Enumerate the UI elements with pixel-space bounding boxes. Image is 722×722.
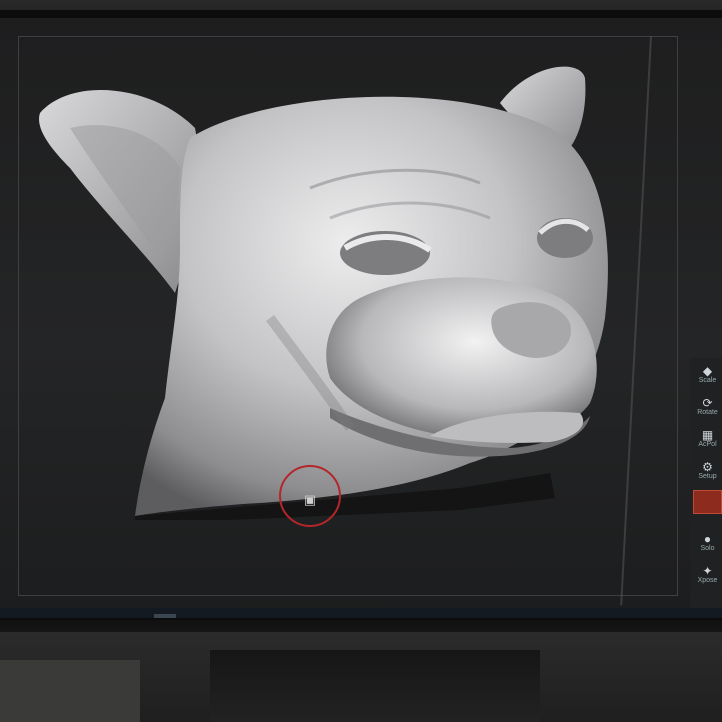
solo-icon: ●: [703, 531, 712, 546]
rotate-icon: ⟳: [702, 395, 713, 410]
shelf-solo-button[interactable]: ● Solo: [693, 528, 722, 556]
polyframe-icon: ▦: [701, 427, 714, 442]
windows-taskbar: e ■ ▣ ▩ ✉ ▲ ⟳ ▦: [0, 608, 722, 618]
shelf-label: Rotate: [697, 408, 718, 416]
shelf-label: Scale: [698, 376, 717, 384]
shelf-label: AcPol: [698, 440, 717, 448]
monitor-stand: [210, 650, 540, 722]
brush-cursor-icon: ▣: [303, 492, 317, 507]
file-explorer-icon[interactable]: ■: [34, 614, 56, 618]
shelf-label: Xpose: [697, 576, 718, 584]
right-eye: [537, 218, 593, 258]
material-swatch-button[interactable]: [693, 490, 722, 514]
edge-icon[interactable]: e: [4, 614, 26, 618]
monitor-screen: ▣ ◆ Scale ⟳ Rotate ▦ AcPol ⚙ Setup ● Sol…: [0, 18, 722, 618]
mail-icon[interactable]: ✉: [124, 614, 146, 618]
zbrush-icon[interactable]: ▲: [154, 614, 176, 618]
desk-object: [0, 660, 140, 722]
photos-icon[interactable]: ▦: [214, 614, 236, 618]
shelf-xpose-button[interactable]: ✦ Xpose: [693, 560, 722, 588]
shelf-label: Setup: [698, 472, 717, 480]
setup-icon: ⚙: [702, 459, 713, 474]
shelf-rotate-button[interactable]: ⟳ Rotate: [693, 392, 722, 420]
shelf-scale-button[interactable]: ◆ Scale: [693, 360, 722, 388]
shelf-setup-button[interactable]: ⚙ Setup: [693, 456, 722, 484]
dog-head-sculpt[interactable]: [30, 58, 630, 528]
right-tool-shelf: ◆ Scale ⟳ Rotate ▦ AcPol ⚙ Setup ● Solo …: [690, 358, 722, 618]
shelf-label: Solo: [700, 544, 715, 552]
store-icon[interactable]: ▣: [64, 614, 86, 618]
photoshop-icon[interactable]: ▩: [94, 614, 116, 618]
scale-icon: ◆: [702, 363, 713, 378]
xpose-icon: ✦: [702, 563, 713, 578]
refresh-app-icon[interactable]: ⟳: [184, 614, 206, 618]
shelf-polyframe-button[interactable]: ▦ AcPol: [693, 424, 722, 452]
